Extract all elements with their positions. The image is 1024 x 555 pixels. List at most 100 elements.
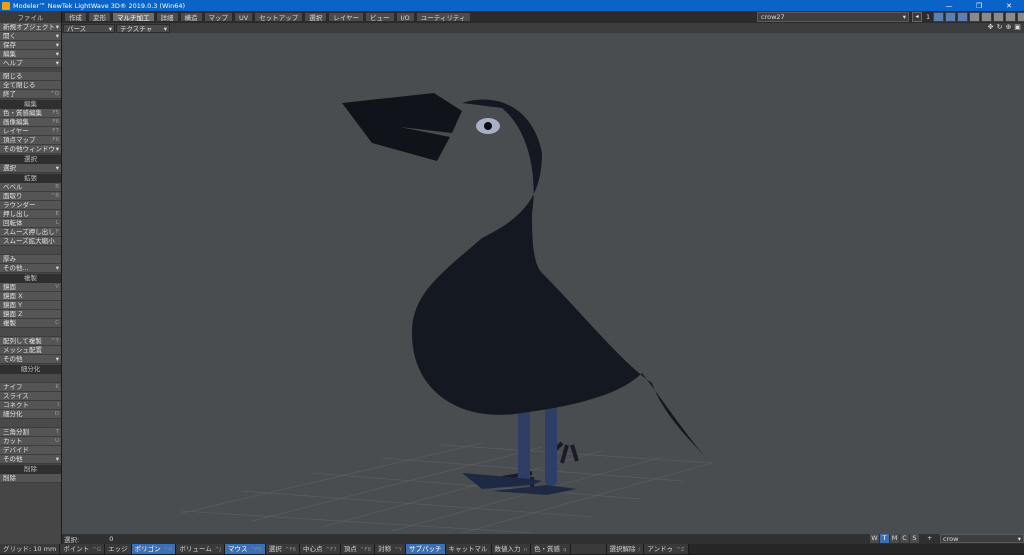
status-button[interactable]: 対称 ^Y bbox=[375, 544, 407, 554]
sidebar-item[interactable]: 閉じる bbox=[0, 72, 61, 81]
layer-button[interactable] bbox=[957, 12, 969, 22]
sidebar-item[interactable]: 編集 ▾ bbox=[0, 50, 61, 59]
status-button[interactable]: ポイント ^G bbox=[60, 544, 106, 554]
sidebar-item[interactable]: 三角分割 T bbox=[0, 428, 61, 437]
render-mode-select[interactable]: テクスチャ ▾ bbox=[116, 23, 170, 33]
sidebar-item[interactable] bbox=[0, 374, 61, 383]
maximize-icon[interactable]: ▣ bbox=[1013, 23, 1022, 32]
tab-item[interactable]: マップ bbox=[203, 12, 233, 22]
layer-button[interactable] bbox=[993, 12, 1005, 22]
sidebar-item[interactable]: コネクト I bbox=[0, 401, 61, 410]
sidebar-item[interactable]: 厚み bbox=[0, 255, 61, 264]
tab-item[interactable]: セットアップ bbox=[254, 12, 304, 22]
sidebar-item[interactable]: 画像編集 F6 bbox=[0, 118, 61, 127]
restore-button[interactable]: ❐ bbox=[964, 2, 994, 10]
sidebar-item[interactable]: 選択 ▾ bbox=[0, 164, 61, 173]
tab-item[interactable]: ユーティリティ bbox=[415, 12, 471, 22]
status-button[interactable]: サブパッチ bbox=[406, 544, 446, 554]
sidebar-item[interactable]: 回転体 L bbox=[0, 219, 61, 228]
close-button[interactable]: ✕ bbox=[994, 2, 1024, 10]
sidebar-item[interactable] bbox=[0, 419, 61, 428]
sidebar-item[interactable]: レイヤー F7 bbox=[0, 127, 61, 136]
status-button[interactable]: グリッド: 10 mm bbox=[0, 544, 61, 554]
sidebar-item[interactable]: カット U bbox=[0, 437, 61, 446]
sidebar-item[interactable]: ヘルプ ▾ bbox=[0, 59, 61, 68]
view-mode-select[interactable]: パース ▾ bbox=[63, 23, 115, 33]
sidebar-item[interactable]: 押し出し E bbox=[0, 210, 61, 219]
status-button[interactable]: マウス ^F5 bbox=[224, 544, 266, 554]
minimize-button[interactable]: — bbox=[934, 2, 964, 10]
tab-item[interactable]: 変形 bbox=[88, 12, 111, 22]
view-mode-button[interactable]: M bbox=[890, 534, 899, 543]
object-selector[interactable]: crow27 ▾ bbox=[757, 12, 909, 22]
sidebar-item[interactable]: 新規オブジェクト ▾ bbox=[0, 23, 61, 32]
sidebar-item[interactable]: 開く ▾ bbox=[0, 32, 61, 41]
rotate-icon[interactable]: ↻ bbox=[995, 23, 1004, 32]
layer-button[interactable] bbox=[969, 12, 981, 22]
move-icon[interactable]: ✥ bbox=[986, 23, 995, 32]
sidebar-item[interactable]: 鏡面 X bbox=[0, 292, 61, 301]
sidebar-item[interactable]: 配列して複製 ^Y bbox=[0, 337, 61, 346]
status-button[interactable]: 中心点 ^F7 bbox=[300, 544, 341, 554]
sidebar-item[interactable]: スムーズ拡大縮小 bbox=[0, 237, 61, 246]
tab-item[interactable]: 構造 bbox=[179, 12, 203, 22]
sidebar-item[interactable]: メッシュ配置 bbox=[0, 346, 61, 355]
sidebar-item[interactable]: 鏡面 V bbox=[0, 283, 61, 292]
sidebar-item[interactable]: 面取り ^B bbox=[0, 192, 61, 201]
tab-item[interactable]: ビュー bbox=[365, 12, 395, 22]
sidebar-item[interactable]: デバイド bbox=[0, 446, 61, 455]
sidebar-item[interactable]: 鏡面 Z bbox=[0, 310, 61, 319]
layer-button[interactable] bbox=[1017, 12, 1024, 22]
status-button[interactable]: キャットマル bbox=[445, 544, 492, 554]
status-button[interactable]: 頂点 ^F8 bbox=[340, 544, 376, 554]
tab-item[interactable]: 詳細 bbox=[155, 12, 179, 22]
sidebar-item[interactable]: 複製 C bbox=[0, 319, 61, 328]
status-button[interactable]: 数値入力 n bbox=[491, 544, 532, 554]
view-mode-button[interactable]: S bbox=[910, 534, 919, 543]
sidebar-item[interactable]: 保存 ▾ bbox=[0, 41, 61, 50]
layer-button[interactable] bbox=[933, 12, 945, 22]
sidebar-item[interactable] bbox=[0, 328, 61, 337]
layer-button[interactable] bbox=[1005, 12, 1017, 22]
view-mode-button[interactable]: W bbox=[870, 534, 879, 543]
view-mode-button[interactable]: C bbox=[900, 534, 909, 543]
sidebar-item[interactable]: ラウンダー bbox=[0, 201, 61, 210]
tab-item[interactable]: 作成 bbox=[64, 12, 87, 22]
layer-button[interactable] bbox=[981, 12, 993, 22]
sidebar-item[interactable]: その他ウィンドウ ▾ bbox=[0, 145, 61, 154]
status-button[interactable]: アンドゥ ^Z bbox=[644, 544, 689, 554]
sidebar-item[interactable]: ベベル B bbox=[0, 183, 61, 192]
status-button[interactable]: 色・質感 q bbox=[531, 544, 571, 554]
sidebar-item[interactable]: 全て閉じる bbox=[0, 81, 61, 90]
tab-item[interactable]: マルチ加工 bbox=[112, 12, 155, 22]
sidebar-item[interactable]: ナイフ K bbox=[0, 383, 61, 392]
add-button[interactable]: + bbox=[927, 534, 932, 542]
sidebar-item[interactable]: その他... ▾ bbox=[0, 264, 61, 273]
sidebar-item[interactable]: スムーズ押し出し F bbox=[0, 228, 61, 237]
layer-prev-icon[interactable]: ◂ bbox=[912, 12, 922, 22]
sidebar-item[interactable]: その他 ▾ bbox=[0, 355, 61, 364]
status-button[interactable]: ポリゴン ^H bbox=[131, 544, 177, 554]
zoom-icon[interactable]: ⊕ bbox=[1004, 23, 1013, 32]
sidebar-item[interactable]: 削除 bbox=[0, 474, 61, 483]
sidebar-item[interactable]: 終了 ^Q bbox=[0, 90, 61, 99]
sidebar-item[interactable]: スライス bbox=[0, 392, 61, 401]
tab-item[interactable]: レイヤー bbox=[328, 12, 365, 22]
status-button[interactable] bbox=[570, 544, 607, 554]
sidebar-item[interactable]: その他 ▾ bbox=[0, 455, 61, 464]
sidebar-item[interactable]: 細分化 D bbox=[0, 410, 61, 419]
tab-item[interactable]: I/O bbox=[395, 12, 415, 22]
status-button[interactable]: エッジ bbox=[105, 544, 132, 554]
view-mode-button[interactable]: T bbox=[880, 534, 889, 543]
sidebar-item[interactable] bbox=[0, 246, 61, 255]
tab-item[interactable]: 選択 bbox=[304, 12, 328, 22]
sidebar-item[interactable]: 頂点マップ F8 bbox=[0, 136, 61, 145]
perspective-viewport[interactable]: パース ▾ テクスチャ ▾ ✥ ↻ ⊕ ▣ bbox=[62, 23, 1024, 534]
layer-button[interactable] bbox=[945, 12, 957, 22]
sidebar-item[interactable]: 鏡面 Y bbox=[0, 301, 61, 310]
status-button[interactable]: ボリューム ^J bbox=[176, 544, 225, 554]
status-button[interactable]: 選択 ^F6 bbox=[265, 544, 301, 554]
status-button[interactable]: 選択解除 / bbox=[606, 544, 645, 554]
sidebar-item[interactable]: 色・質感編集 F5 bbox=[0, 109, 61, 118]
tab-item[interactable]: UV bbox=[234, 12, 254, 22]
